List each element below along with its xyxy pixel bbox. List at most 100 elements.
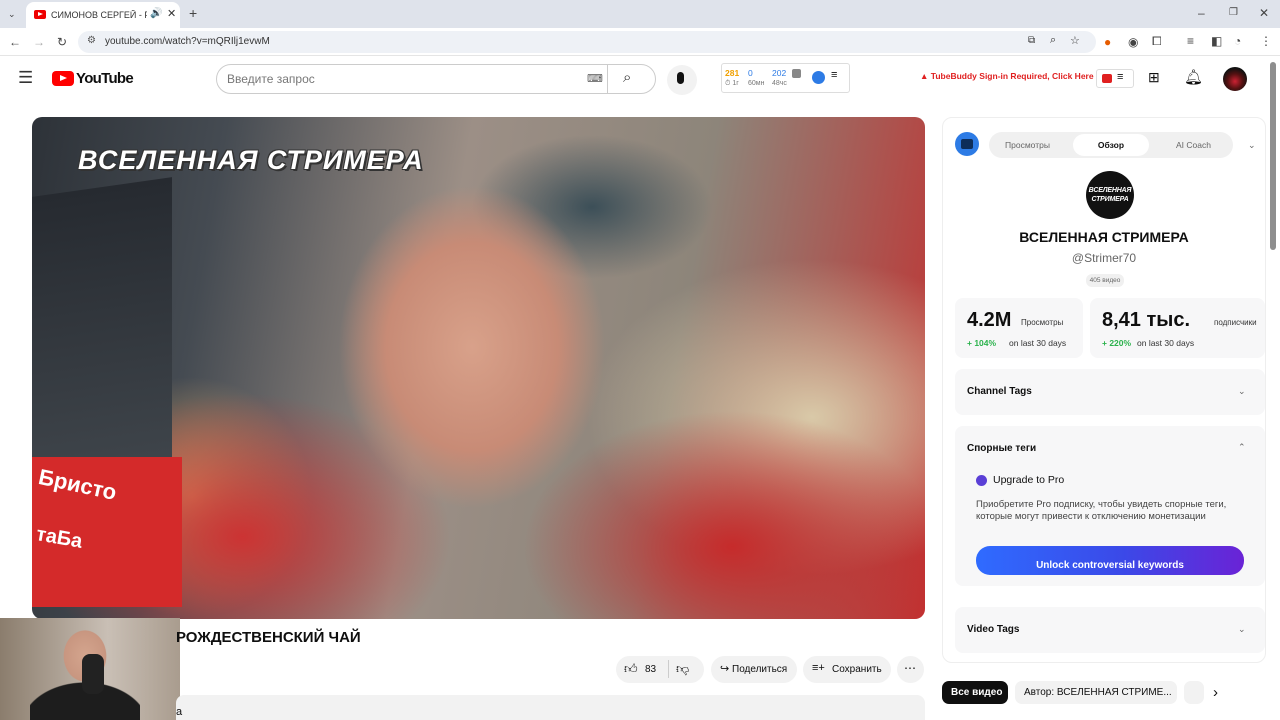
notifications-bell-icon[interactable]: 🔔︎ <box>1184 68 1203 86</box>
page-scrollbar[interactable] <box>1270 62 1276 250</box>
youtube-header: ☰ YouTube ⌨ ⌕ 281 ⏱ 1г 0 60мн 202 48чс ≡… <box>0 56 1268 102</box>
subscribers-period: on last 30 days <box>1137 338 1195 348</box>
forward-icon[interactable]: → <box>33 35 45 49</box>
save-label: Сохранить <box>832 664 882 675</box>
views-stat-card: 4.2M Просмотры + 104% on last 30 days <box>955 298 1083 358</box>
realtime-stats-widget[interactable]: 281 ⏱ 1г 0 60мн 202 48чс ≡ <box>721 63 850 93</box>
tab-overview[interactable]: Обзор <box>1073 134 1149 156</box>
hamburger-menu-icon[interactable]: ☰ <box>18 68 33 88</box>
restore-icon[interactable]: ❐ <box>1229 6 1238 20</box>
description-text: а <box>176 706 183 718</box>
chevron-up-icon[interactable]: ⌃ <box>1238 442 1246 453</box>
subscribers-value: 8,41 тыс. <box>1102 309 1191 331</box>
stat-1h-label: ⏱ 1г <box>725 80 739 87</box>
share-icon: ↪ <box>720 663 730 675</box>
side-panel-icon[interactable]: ◧ <box>1211 34 1222 48</box>
description-box[interactable]: а <box>176 695 925 720</box>
keyboard-icon[interactable]: ⌨ <box>587 72 603 85</box>
share-label: Поделиться <box>732 664 788 675</box>
more-horizontal-icon: ⋯ <box>904 661 916 675</box>
warning-icon: ▲ <box>920 71 929 81</box>
tubebuddy-logo-icon <box>1102 74 1112 83</box>
pro-badge-icon <box>976 475 987 486</box>
user-avatar[interactable] <box>1223 67 1247 91</box>
search-input[interactable] <box>227 71 577 87</box>
tubebuddy-toolbar-button[interactable]: ≡ <box>1096 69 1134 88</box>
extension-fire-icon[interactable]: ● <box>1104 35 1111 49</box>
studio-microphone <box>82 654 104 694</box>
extensions-puzzle-icon[interactable]: ⧠ <box>1152 34 1162 48</box>
chip-author[interactable]: Автор: ВСЕЛЕННАЯ СТРИМЕ... <box>1015 681 1177 704</box>
views-value: 4.2M <box>967 309 1012 331</box>
subscribers-label: подписчики <box>1214 318 1257 327</box>
chrome-menu-icon[interactable]: ⋮ <box>1260 34 1272 48</box>
subscribers-stat-card: 8,41 тыс. подписчики + 220% on last 30 d… <box>1090 298 1265 358</box>
url-text: youtube.com/watch?v=mQRIlj1evwM <box>105 36 270 47</box>
unlock-keywords-button[interactable]: Unlock controversial keywords <box>976 546 1244 575</box>
controversial-tags-title[interactable]: Спорные теги <box>967 443 1036 454</box>
save-playlist-icon: ≡+ <box>812 662 825 674</box>
more-actions-button[interactable]: ⋯ <box>897 656 924 683</box>
create-video-icon[interactable]: ⊞ <box>1148 69 1160 86</box>
media-control-icon[interactable]: ≡ <box>1187 34 1194 48</box>
tab-views[interactable]: Просмотры <box>1005 140 1050 150</box>
panel-collapse-icon[interactable]: ⌄ <box>1248 140 1256 151</box>
browser-toolbar: ← → ↻ ⚙ youtube.com/watch?v=mQRIlj1evwM … <box>0 28 1280 56</box>
upgrade-title: Upgrade to Pro <box>993 474 1065 486</box>
chips-next-icon[interactable]: › <box>1213 684 1218 701</box>
video-player[interactable]: ВСЕЛЕННАЯ СТРИМЕРА Бристо таБа <box>32 117 925 619</box>
youtube-favicon-icon <box>34 10 46 19</box>
subscribers-change: + 220% <box>1102 338 1132 348</box>
tubebuddy-signin-warning[interactable]: ▲ TubeBuddy Sign-in Required, Click Here <box>920 71 1094 81</box>
video-tags-section[interactable]: Video Tags ⌄ <box>955 607 1265 653</box>
channel-tags-title: Channel Tags <box>967 386 1032 397</box>
stats-chart-icon <box>792 69 801 78</box>
audio-playing-icon[interactable]: 🔊 <box>150 8 162 19</box>
like-dislike-group: 👍︎ 83 👎︎ <box>616 656 704 683</box>
tubebuddy-panel-logo-icon <box>955 132 979 156</box>
stat-1h-value: 281 <box>725 68 740 78</box>
tubebuddy-panel: Просмотры Обзор AI Coach ⌄ ВСЕЛЕННАЯ СТР… <box>942 117 1266 663</box>
channel-avatar: ВСЕЛЕННАЯ СТРИМЕРА <box>1086 171 1134 219</box>
like-icon[interactable]: 👍︎ <box>624 661 638 677</box>
extension-circle-icon[interactable]: ◉ <box>1128 35 1138 49</box>
share-button[interactable]: ↪ Поделиться <box>711 656 797 683</box>
voice-search-button[interactable] <box>667 65 697 95</box>
back-icon[interactable]: ← <box>9 35 21 49</box>
save-button[interactable]: ≡+ Сохранить <box>803 656 891 683</box>
minimize-icon[interactable]: – <box>1198 6 1205 20</box>
close-tab-icon[interactable]: ✕ <box>167 7 176 20</box>
browser-tab-bar: ⌄ СИМОНОВ СЕРГЕЙ - РОЖ 🔊 ✕ + – ❐ ✕ <box>0 0 1280 28</box>
chevron-down-icon: ⌄ <box>1238 624 1246 634</box>
zoom-icon[interactable]: ⌕ <box>1050 34 1056 47</box>
chip-all-videos[interactable]: Все видео <box>942 681 1008 704</box>
background-poster <box>32 177 172 497</box>
channel-name: ВСЕЛЕННАЯ СТРИМЕРА <box>1019 229 1189 245</box>
tab-ai-coach[interactable]: AI Coach <box>1176 140 1211 150</box>
upgrade-text: Приобретите Pro подписку, чтобы увидеть … <box>976 499 1227 522</box>
install-app-icon[interactable]: ⧉ <box>1028 35 1035 46</box>
new-tab-icon[interactable]: + <box>189 6 197 20</box>
profile-icon[interactable]: ◔ <box>1234 34 1241 48</box>
like-count[interactable]: 83 <box>645 664 656 675</box>
channel-tags-section[interactable]: Channel Tags ⌄ <box>955 369 1265 415</box>
bookmark-star-icon[interactable]: ☆ <box>1070 34 1080 47</box>
tubebuddy-menu-icon[interactable]: ≡ <box>831 69 837 81</box>
close-window-icon[interactable]: ✕ <box>1259 6 1269 20</box>
video-title: РОЖДЕСТВЕНСКИЙ ЧАЙ <box>176 629 361 646</box>
search-bar: ⌨ ⌕ <box>216 64 656 94</box>
webcam-overlay <box>0 618 180 720</box>
like-divider <box>668 660 669 678</box>
browser-tab[interactable]: СИМОНОВ СЕРГЕЙ - РОЖ 🔊 ✕ <box>26 2 180 28</box>
search-icon[interactable]: ⌕ <box>623 69 631 86</box>
chip-partial[interactable] <box>1184 681 1204 704</box>
tab-search-icon[interactable]: ⌄ <box>8 7 16 21</box>
tubebuddy-icon[interactable] <box>812 71 825 84</box>
dislike-icon[interactable]: 👎︎ <box>676 661 689 677</box>
reload-icon[interactable]: ↻ <box>57 35 67 49</box>
stat-48h-label: 48чс <box>772 80 787 87</box>
address-bar[interactable]: ⚙ youtube.com/watch?v=mQRIlj1evwM ⧉ ⌕ ☆ <box>78 31 1096 53</box>
video-tags-title: Video Tags <box>967 624 1020 635</box>
chevron-down-icon: ⌄ <box>1238 386 1246 396</box>
site-info-icon[interactable]: ⚙ <box>87 35 96 46</box>
